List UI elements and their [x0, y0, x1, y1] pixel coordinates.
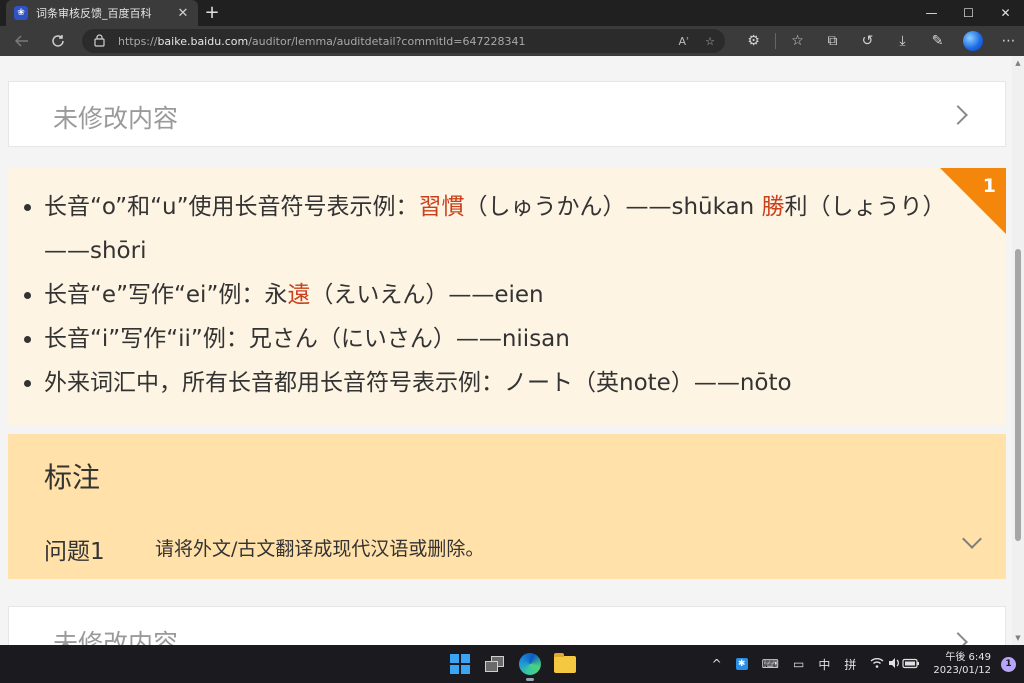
collapsed-section-bottom[interactable]: 未修改内容 [8, 606, 1006, 645]
tab-title: 词条审核反馈_百度百科 [36, 7, 152, 20]
display-icon[interactable]: ▭ [786, 657, 811, 671]
taskbar-edge-button[interactable] [516, 650, 544, 681]
issue-text: 请将外文/古文翻译成现代汉语或删除。 [155, 538, 485, 560]
vertical-scrollbar[interactable]: ▲ ▼ [1012, 56, 1024, 645]
url-text[interactable]: https://baike.baidu.com/auditor/lemma/au… [118, 35, 673, 48]
content-bullet-item: 长音“i”写作“ii”例：兄さん（にいさん）——niisan [22, 317, 952, 361]
scroll-thumb[interactable] [1015, 249, 1021, 541]
downloads-icon[interactable]: ⤓ [885, 33, 920, 49]
issue-label: 问题1 [44, 539, 105, 565]
highlighted-text: 遠 [287, 282, 311, 308]
bullet-text: （しゅうかん）——shūkan [464, 194, 762, 220]
more-menu-icon[interactable]: ⋯ [991, 33, 1024, 49]
scroll-down-arrow-icon[interactable]: ▼ [1014, 634, 1022, 642]
browser-tab[interactable]: ❀ 词条审核反馈_百度百科 ✕ [6, 0, 198, 26]
start-button[interactable] [446, 650, 474, 678]
screenshot-icon[interactable]: ✎ [920, 33, 955, 49]
system-tray: ^ ✱ ⌨ ▭ 中 拼 午後 6:49 2023/01/12 1 [705, 645, 1024, 683]
address-bar[interactable]: https://baike.baidu.com/auditor/lemma/au… [82, 29, 725, 53]
file-explorer-icon [554, 652, 576, 673]
chevron-right-icon[interactable] [948, 632, 968, 645]
url-path: /auditor/lemma/auditdetail?commitId=6472… [248, 34, 526, 48]
tab-close-icon[interactable]: ✕ [176, 6, 190, 21]
corner-badge-number: 1 [982, 175, 996, 197]
url-prefix: https:// [118, 34, 158, 48]
content-bullet-item: 长音“o”和“u”使用长音符号表示例：習慣（しゅうかん）——shūkan 勝利（… [22, 185, 952, 273]
collections-icon[interactable]: ⧉ [815, 33, 850, 49]
bullet-text: 长音“e”写作“ei”例：永 [44, 282, 288, 308]
windows-taskbar: ^ ✱ ⌨ ▭ 中 拼 午後 6:49 2023/01/12 1 [0, 645, 1024, 683]
collapsed-section-title: 未修改内容 [53, 629, 179, 645]
url-host: baike.baidu.com [157, 34, 249, 48]
bullet-text: 长音“i”写作“ii”例：兄さん（にいさん）——niisan [44, 326, 570, 352]
show-hidden-icons-chevron[interactable]: ^ [705, 657, 729, 671]
new-tab-button[interactable]: + [203, 3, 221, 23]
annotation-card: 标注 问题1 请将外文/古文翻译成现代汉语或删除。 [8, 434, 1006, 579]
back-arrow-icon[interactable] [11, 30, 33, 52]
keyboard-icon[interactable]: ⌨ [755, 657, 786, 671]
ime-type-indicator[interactable]: 拼 [837, 656, 863, 673]
highlighted-text: 勝 [761, 194, 785, 220]
baidu-paw-icon: ❀ [14, 6, 28, 20]
page-viewport: 未修改内容 1 长音“o”和“u”使用长音符号表示例：習慣（しゅうかん）——sh… [0, 56, 1012, 645]
bullet-text: 外来词汇中，所有长音都用长音符号表示例：ノート（英note）——nōto [44, 370, 792, 396]
read-aloud-icon[interactable]: Aʾ [673, 35, 695, 48]
edge-browser-icon [519, 653, 541, 675]
clock-date: 2023/01/12 [933, 665, 991, 676]
task-view-button[interactable] [481, 650, 509, 678]
modified-content-card: 1 长音“o”和“u”使用长音符号表示例：習慣（しゅうかん）——shūkan 勝… [8, 168, 1006, 425]
task-view-icon [485, 656, 505, 672]
annotation-title: 标注 [44, 461, 101, 494]
content-bullet-item: 外来词汇中，所有长音都用长音符号表示例：ノート（英note）——nōto [22, 361, 952, 405]
wifi-volume-battery-icon[interactable] [863, 657, 927, 672]
highlighted-text: 習慣 [418, 194, 465, 220]
favorite-star-icon[interactable]: ☆ [699, 35, 721, 48]
profile-avatar-icon[interactable] [963, 31, 983, 51]
toolbar-icons: ⚙ ☆ ⧉ ↺ ⤓ ✎ ⋯ [736, 30, 1024, 52]
system-clock[interactable]: 午後 6:49 2023/01/12 [927, 651, 997, 677]
collapsed-section-title: 未修改内容 [53, 104, 179, 133]
bluetooth-icon[interactable]: ✱ [729, 658, 755, 670]
toolbar-divider [775, 33, 776, 49]
close-window-button[interactable]: ✕ [987, 0, 1024, 26]
history-icon[interactable]: ↺ [850, 33, 885, 49]
favorites-icon[interactable]: ☆ [780, 33, 815, 49]
browser-toolbar: https://baike.baidu.com/auditor/lemma/au… [0, 26, 1024, 56]
window-controls: — ☐ ✕ [913, 0, 1024, 26]
bullet-text: 长音“o”和“u”使用长音符号表示例： [44, 194, 419, 220]
ime-mode-indicator[interactable]: 中 [811, 656, 837, 673]
notification-badge[interactable]: 1 [1001, 656, 1016, 672]
lock-icon [94, 34, 106, 48]
browser-titlebar: ❀ 词条审核反馈_百度百科 ✕ + — ☐ ✕ [0, 0, 1024, 26]
content-bullet-list: 长音“o”和“u”使用长音符号表示例：習慣（しゅうかん）——shūkan 勝利（… [22, 185, 952, 405]
chevron-down-icon[interactable] [962, 529, 982, 549]
refresh-icon[interactable] [47, 30, 69, 52]
extensions-icon[interactable]: ⚙ [736, 33, 771, 49]
bullet-text: （えいえん）——eien [310, 282, 544, 308]
maximize-button[interactable]: ☐ [950, 0, 987, 26]
clock-time: 午後 6:49 [945, 652, 991, 663]
content-bullet-item: 长音“e”写作“ei”例：永遠（えいえん）——eien [22, 273, 952, 317]
scroll-up-arrow-icon[interactable]: ▲ [1014, 59, 1022, 67]
chevron-right-icon[interactable] [948, 105, 968, 125]
taskbar-explorer-button[interactable] [551, 650, 579, 678]
windows-logo-icon [450, 654, 470, 674]
collapsed-section-top[interactable]: 未修改内容 [8, 81, 1006, 147]
minimize-button[interactable]: — [913, 0, 950, 26]
